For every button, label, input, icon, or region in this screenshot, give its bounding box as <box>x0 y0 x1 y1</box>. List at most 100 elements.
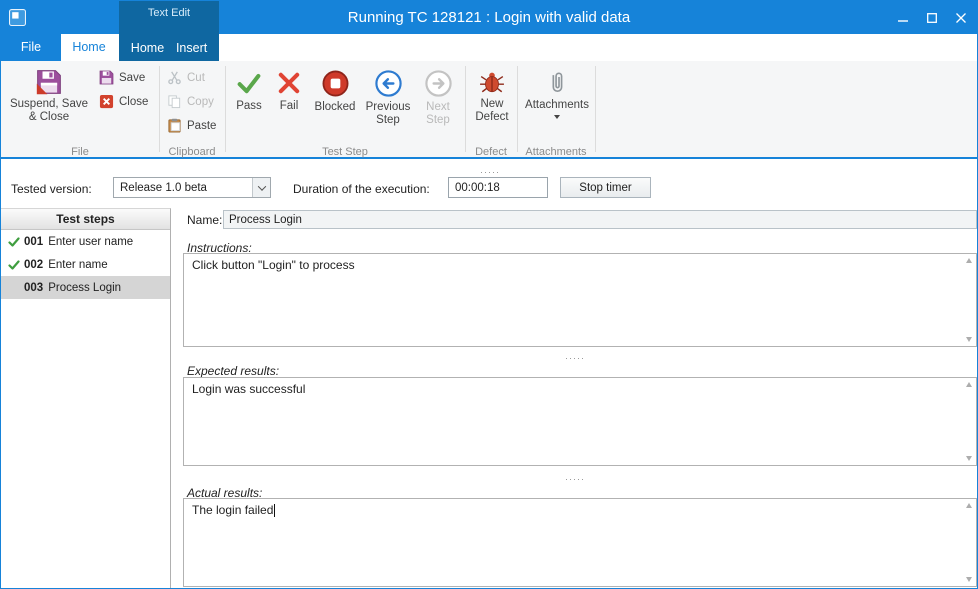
instructions-splitter[interactable]: ····· <box>171 348 978 358</box>
ribbon-splitter-handle[interactable]: ····· <box>1 162 978 171</box>
duration-field[interactable]: 00:00:18 <box>448 177 548 198</box>
fail-x-icon <box>275 69 303 97</box>
save-icon <box>99 70 114 85</box>
group-separator <box>225 66 226 152</box>
paperclip-icon <box>546 69 568 96</box>
copy-label: Copy <box>187 96 214 108</box>
tested-version-combobox[interactable]: Release 1.0 beta <box>113 177 271 198</box>
test-steps-panel: Test steps 001 Enter user name 002 Enter… <box>1 208 171 588</box>
maximize-icon[interactable] <box>917 1 946 34</box>
fail-button[interactable]: Fail <box>270 64 308 113</box>
instructions-textarea[interactable]: Click button "Login" to process <box>183 253 977 347</box>
name-label: Name: <box>187 213 222 227</box>
test-step-item-001[interactable]: 001 Enter user name <box>1 230 170 253</box>
combobox-dropdown-icon[interactable] <box>252 178 270 197</box>
step-number: 001 <box>24 236 43 248</box>
text-caret <box>274 504 275 517</box>
scroll-up-icon[interactable] <box>966 503 972 508</box>
scroll-down-icon[interactable] <box>966 337 972 342</box>
actual-results-value: The login failed <box>192 503 273 517</box>
step-number: 002 <box>24 259 43 271</box>
instructions-value: Click button "Login" to process <box>192 258 355 272</box>
close-label: Close <box>119 96 148 108</box>
duration-label: Duration of the execution: <box>293 182 430 196</box>
blocked-stop-icon <box>321 69 350 98</box>
group-separator <box>595 66 596 152</box>
expected-results-splitter[interactable]: ····· <box>171 469 978 479</box>
splitter-dots: ····· <box>480 167 500 177</box>
scroll-up-icon[interactable] <box>966 258 972 263</box>
fail-label: Fail <box>280 100 299 113</box>
tab-file[interactable]: File <box>1 34 61 61</box>
tested-version-value: Release 1.0 beta <box>114 182 252 194</box>
step-label: Enter name <box>48 259 107 271</box>
previous-arrow-icon <box>374 69 403 98</box>
minimize-icon[interactable] <box>888 1 917 34</box>
window-controls <box>888 1 975 34</box>
close-button[interactable]: Close <box>99 94 148 109</box>
scissors-icon <box>167 70 182 85</box>
next-step-label: Next <box>426 101 450 114</box>
paste-label: Paste <box>187 120 216 132</box>
group-separator <box>517 66 518 152</box>
pass-label: Pass <box>236 100 262 113</box>
stop-timer-button[interactable]: Stop timer <box>560 177 651 198</box>
save-label: Save <box>119 72 145 84</box>
next-step-button[interactable]: Next Step <box>415 64 461 127</box>
cut-button[interactable]: Cut <box>167 70 205 85</box>
step-label: Process Login <box>48 282 121 294</box>
suspend-save-icon <box>36 69 62 95</box>
stop-timer-label: Stop timer <box>579 182 631 194</box>
splitter-dots: ····· <box>565 474 585 484</box>
save-button[interactable]: Save <box>99 70 145 85</box>
name-value: Process Login <box>229 214 302 226</box>
blocked-button[interactable]: Blocked <box>309 64 361 114</box>
tab-textedit-insert[interactable]: Insert <box>176 41 207 55</box>
copy-button[interactable]: Copy <box>167 94 214 109</box>
pass-check-icon <box>235 69 263 97</box>
duration-value: 00:00:18 <box>455 182 500 194</box>
scroll-down-icon[interactable] <box>966 456 972 461</box>
bug-icon <box>479 69 505 95</box>
ribbon: Suspend, Save & Close Save Close File <box>1 61 977 159</box>
splitter-dots: ····· <box>565 353 585 363</box>
step-passed-check-icon <box>8 236 24 248</box>
attachments-label: Attachments <box>525 99 589 112</box>
suspend-save-close-label2: & Close <box>29 111 69 124</box>
group-label-clipboard: Clipboard <box>159 146 225 158</box>
suspend-save-close-button[interactable]: Suspend, Save & Close <box>5 64 93 124</box>
previous-step-button[interactable]: Previous Step <box>362 64 414 127</box>
contextual-tab-group: Text Edit Home Insert <box>119 1 219 61</box>
test-step-item-003[interactable]: 003 Process Login <box>1 276 170 299</box>
expected-results-label: Expected results: <box>187 364 279 378</box>
tab-home[interactable]: Home <box>61 34 117 61</box>
attachments-button[interactable]: Attachments <box>520 64 594 119</box>
new-defect-label2: Defect <box>475 111 508 124</box>
paste-icon <box>167 118 182 133</box>
close-red-icon <box>99 94 114 109</box>
actual-results-textarea[interactable]: The login failed <box>183 498 977 587</box>
scroll-up-icon[interactable] <box>966 382 972 387</box>
expected-results-value: Login was successful <box>192 382 305 396</box>
pass-button[interactable]: Pass <box>229 64 269 113</box>
next-arrow-icon <box>424 69 453 98</box>
step-passed-check-icon <box>8 259 24 271</box>
new-defect-label: New <box>480 98 503 111</box>
test-steps-header: Test steps <box>1 209 170 230</box>
group-label-attachments: Attachments <box>517 146 595 158</box>
expected-results-textarea[interactable]: Login was successful <box>183 377 977 466</box>
test-step-item-002[interactable]: 002 Enter name <box>1 253 170 276</box>
close-icon[interactable] <box>946 1 975 34</box>
tested-version-label: Tested version: <box>11 182 92 196</box>
scroll-down-icon[interactable] <box>966 577 972 582</box>
tab-textedit-home[interactable]: Home <box>131 41 164 55</box>
group-label-test-step: Test Step <box>225 146 465 158</box>
name-field[interactable]: Process Login <box>223 210 977 229</box>
previous-step-label2: Step <box>376 114 400 127</box>
paste-button[interactable]: Paste <box>167 118 216 133</box>
next-step-label2: Step <box>426 114 450 127</box>
attachments-dropdown-icon <box>554 115 560 119</box>
new-defect-button[interactable]: New Defect <box>468 64 516 124</box>
cut-label: Cut <box>187 72 205 84</box>
app-window: Running TC 128121 : Login with valid dat… <box>0 0 978 589</box>
